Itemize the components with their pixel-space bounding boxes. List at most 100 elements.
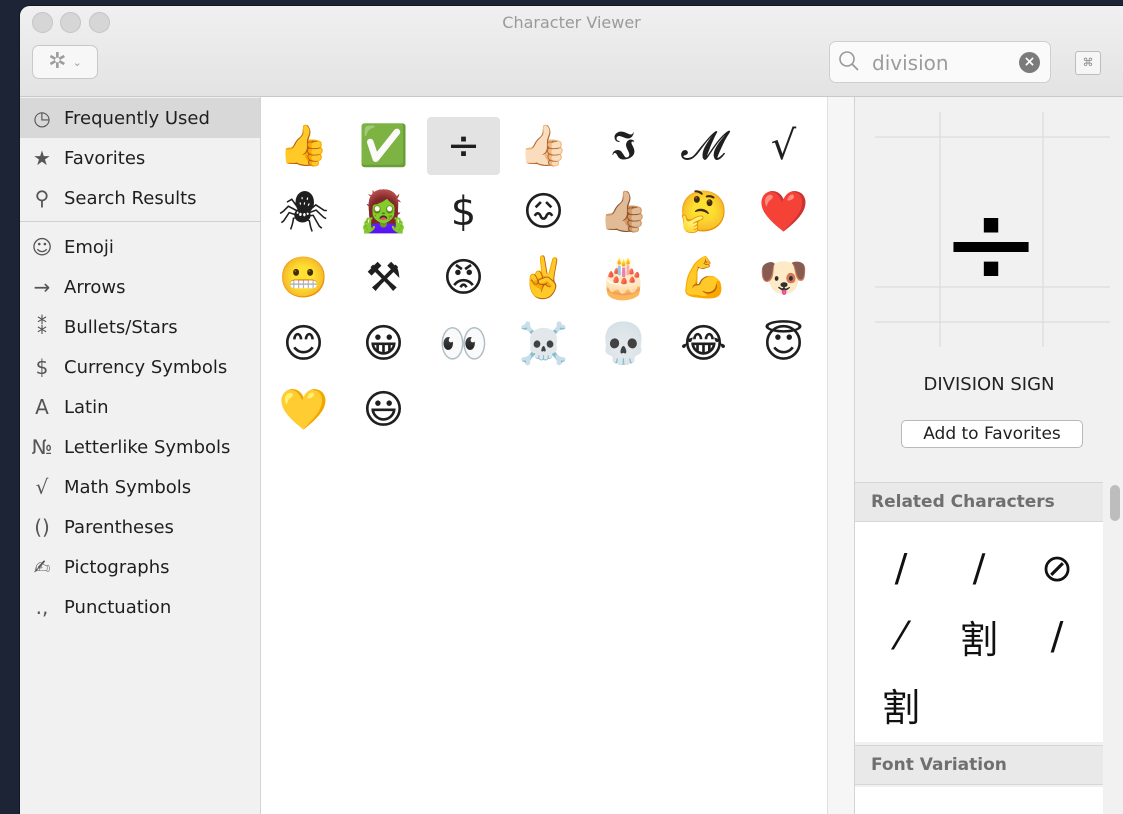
character-cell-selected[interactable]: ÷ [427, 117, 500, 175]
clear-search-icon[interactable]: × [1019, 52, 1040, 73]
related-character[interactable]: 割 [871, 674, 931, 734]
character-cell[interactable]: 𝕴 [587, 117, 660, 175]
character-cell[interactable]: ✅ [347, 117, 420, 175]
dollar-icon: $ [35, 355, 49, 379]
arrow-icon: → [33, 275, 51, 299]
search-icon: ⚲ [34, 186, 50, 210]
character-cell[interactable]: 𝓜 [667, 117, 740, 175]
character-cell[interactable]: 💛 [267, 381, 340, 439]
sidebar-item-label: Pictographs [64, 556, 170, 578]
keyboard-viewer-button[interactable]: ⌘ [1075, 51, 1101, 75]
clock-icon: ◷ [33, 106, 51, 130]
sidebar-item-math-symbols[interactable]: √ Math Symbols [20, 467, 260, 507]
character-cell[interactable]: 👍🏻 [507, 117, 580, 175]
character-preview: ÷ [875, 112, 1110, 347]
preview-glyph: ÷ [941, 175, 1042, 314]
search-icon [839, 51, 859, 71]
font-variation-list [855, 787, 1103, 814]
font-variation-header: Font Variation [855, 745, 1103, 785]
sidebar-item-label: Latin [64, 396, 109, 418]
character-cell[interactable]: ☠️ [507, 315, 580, 373]
square-root-icon: √ [35, 475, 49, 499]
related-character[interactable]: ⁄ [871, 606, 931, 666]
numero-icon: № [31, 435, 53, 459]
sidebar-item-favorites[interactable]: ★ Favorites [20, 138, 260, 178]
sidebar-item-label: Parentheses [64, 516, 174, 538]
sidebar-item-label: Punctuation [64, 596, 172, 618]
character-cell[interactable]: 😬 [267, 249, 340, 307]
character-grid: 👍 ✅ ÷ 👍🏻 𝕴 𝓜 √ 🕷 🧟‍♀️ $ 😖 👍🏼 🤔 ❤️ 😬 ⚒ 😡 … [261, 97, 827, 814]
sidebar-item-bullets-stars[interactable]: ⁑ Bullets/Stars [20, 307, 260, 347]
sidebar-item-arrows[interactable]: → Arrows [20, 267, 260, 307]
character-cell[interactable]: 🧟‍♀️ [347, 183, 420, 241]
sidebar-item-punctuation[interactable]: ., Punctuation [20, 587, 260, 627]
character-cell[interactable]: 🐶 [747, 249, 820, 307]
sidebar-item-label: Arrows [64, 276, 126, 298]
character-cell[interactable]: ❤️ [747, 183, 820, 241]
sidebar-item-label: Math Symbols [64, 476, 192, 498]
related-character[interactable]: / [1027, 606, 1087, 666]
character-cell[interactable]: 😇 [747, 315, 820, 373]
sidebar-item-letterlike-symbols[interactable]: № Letterlike Symbols [20, 427, 260, 467]
character-cell[interactable]: 😖 [507, 183, 580, 241]
sidebar-item-label: Search Results [64, 187, 197, 209]
add-to-favorites-button[interactable]: Add to Favorites [901, 420, 1083, 448]
character-cell[interactable]: 💪 [667, 249, 740, 307]
sidebar-item-label: Favorites [64, 147, 146, 169]
character-cell[interactable]: ✌️ [507, 249, 580, 307]
related-characters-header: Related Characters [855, 482, 1103, 522]
sidebar-item-latin[interactable]: A Latin [20, 387, 260, 427]
character-cell[interactable]: ⚒ [347, 249, 420, 307]
character-cell[interactable]: 😃 [347, 381, 420, 439]
detail-scrollbar-thumb[interactable] [1110, 485, 1120, 521]
character-cell[interactable]: 👍🏼 [587, 183, 660, 241]
sidebar-item-parentheses[interactable]: () Parentheses [20, 507, 260, 547]
character-cell[interactable]: 🎂 [587, 249, 660, 307]
related-character[interactable]: 割 [949, 606, 1009, 666]
character-cell[interactable]: 💀 [587, 315, 660, 373]
related-characters-grid: / ∕ ⊘ ⁄ 割 / 割 [855, 522, 1103, 742]
sidebar-item-search-results[interactable]: ⚲ Search Results [20, 178, 260, 218]
sidebar-item-currency-symbols[interactable]: $ Currency Symbols [20, 347, 260, 387]
character-cell[interactable]: 😊 [267, 315, 340, 373]
sidebar-item-emoji[interactable]: ☺ Emoji [20, 227, 260, 267]
grid-scrollbar[interactable] [827, 97, 855, 814]
sidebar-item-label: Currency Symbols [64, 356, 228, 378]
window-title: Character Viewer [502, 13, 641, 32]
character-cell[interactable]: 😂 [667, 315, 740, 373]
action-menu-button[interactable]: ✲ ⌄ [32, 45, 98, 79]
character-cell[interactable]: √ [747, 117, 820, 175]
character-detail-panel: ÷ DIVISION SIGN Add to Favorites Related… [855, 97, 1123, 814]
character-cell[interactable]: 👀 [427, 315, 500, 373]
star-icon: ★ [33, 146, 51, 170]
category-sidebar: ◷ Frequently Used ★ Favorites ⚲ Search R… [20, 97, 261, 814]
sidebar-item-label: Emoji [64, 236, 114, 258]
related-character[interactable]: / [871, 538, 931, 598]
title-bar: Character Viewer ✲ ⌄ division × ⌘ [20, 6, 1123, 97]
related-character[interactable]: ⊘ [1027, 538, 1087, 598]
character-cell[interactable]: $ [427, 183, 500, 241]
search-field[interactable]: division × [829, 41, 1051, 83]
search-input[interactable]: division [872, 51, 949, 75]
sidebar-item-label: Frequently Used [64, 107, 210, 129]
character-cell[interactable]: 👍 [267, 117, 340, 175]
character-name: DIVISION SIGN [923, 374, 1055, 395]
sidebar-item-label: Bullets/Stars [64, 316, 178, 338]
smiley-icon: ☺ [31, 235, 53, 259]
asterism-icon: ⁑ [37, 315, 47, 339]
gear-icon: ✲ [48, 49, 67, 74]
sidebar-item-pictographs[interactable]: ✍ Pictographs [20, 547, 260, 587]
character-cell[interactable]: 😀 [347, 315, 420, 373]
chevron-down-icon: ⌄ [72, 55, 82, 69]
related-character[interactable]: ∕ [949, 538, 1009, 598]
character-cell[interactable]: 😡 [427, 249, 500, 307]
sidebar-item-frequently-used[interactable]: ◷ Frequently Used [20, 98, 260, 138]
sidebar-item-label: Letterlike Symbols [64, 436, 231, 458]
writing-hand-icon: ✍ [33, 555, 51, 579]
sidebar-divider [20, 221, 260, 222]
character-cell[interactable]: 🕷 [267, 183, 340, 241]
parentheses-icon: () [34, 515, 50, 539]
character-cell[interactable]: 🤔 [667, 183, 740, 241]
letter-a-icon: A [35, 395, 49, 419]
punctuation-icon: ., [35, 595, 49, 619]
